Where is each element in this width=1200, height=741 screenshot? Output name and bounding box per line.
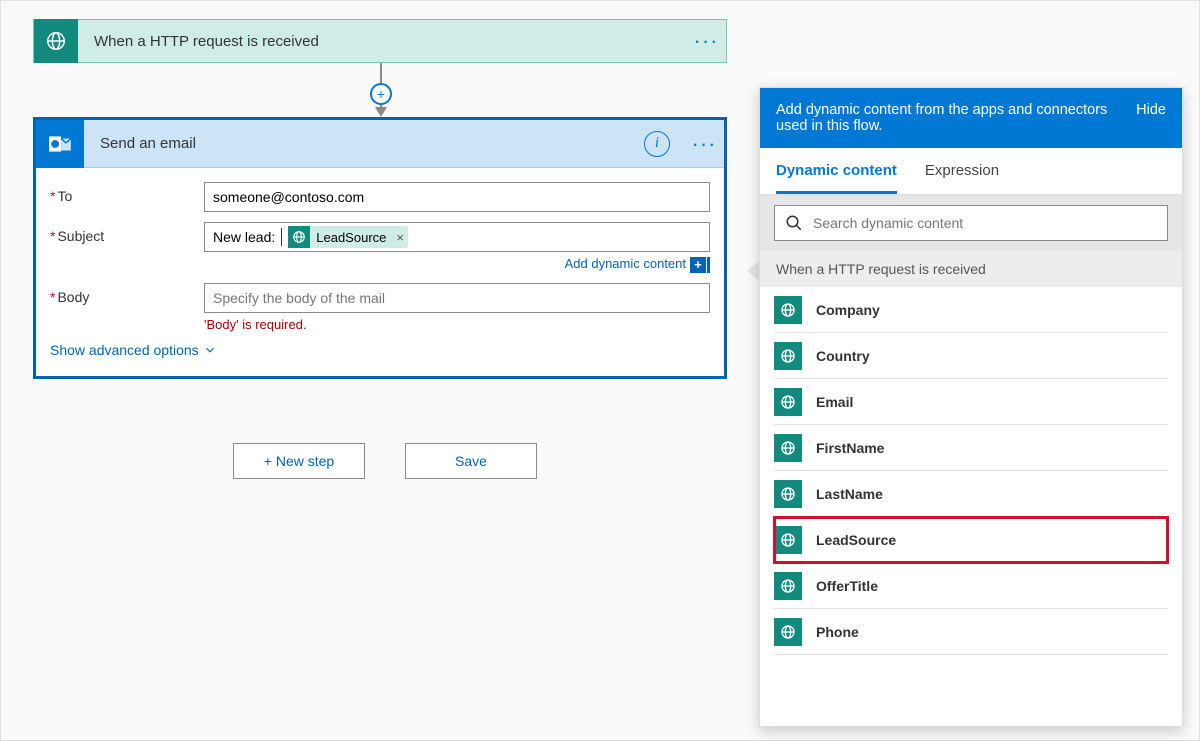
dc-item-offertitle[interactable]: OfferTitle bbox=[774, 563, 1168, 609]
dc-item-leadsource[interactable]: LeadSource bbox=[774, 517, 1168, 563]
subject-label: *Subject bbox=[50, 222, 204, 244]
action-card-send-email: Send an email i ··· *To someone@contoso.… bbox=[33, 117, 727, 379]
body-error: 'Body' is required. bbox=[204, 317, 710, 332]
dc-item-company[interactable]: Company bbox=[774, 287, 1168, 333]
dc-item-label: OfferTitle bbox=[816, 578, 878, 594]
dc-search-input[interactable] bbox=[774, 205, 1168, 241]
dc-list[interactable]: Company Country Email FirstName LastName Lead… bbox=[760, 287, 1182, 655]
search-icon bbox=[785, 214, 803, 232]
dc-item-label: Email bbox=[816, 394, 853, 410]
dc-banner: Add dynamic content from the apps and co… bbox=[760, 88, 1182, 148]
dc-item-phone[interactable]: Phone bbox=[774, 609, 1168, 655]
globe-icon bbox=[774, 434, 802, 462]
dc-item-label: LeadSource bbox=[816, 532, 896, 548]
new-step-button[interactable]: + New step bbox=[233, 443, 365, 479]
dc-item-label: LastName bbox=[816, 486, 883, 502]
subject-input[interactable]: New lead: LeadSource × bbox=[204, 222, 710, 252]
dc-item-label: FirstName bbox=[816, 440, 884, 456]
globe-icon bbox=[774, 342, 802, 370]
dc-item-label: Phone bbox=[816, 624, 859, 640]
action-title: Send an email bbox=[84, 135, 644, 152]
dc-item-lastname[interactable]: LastName bbox=[774, 471, 1168, 517]
dc-section-header: When a HTTP request is received bbox=[760, 251, 1182, 287]
trigger-more-icon[interactable]: ··· bbox=[686, 28, 726, 54]
remove-token-icon[interactable]: × bbox=[396, 230, 404, 245]
chevron-down-icon bbox=[203, 343, 217, 357]
show-advanced-options[interactable]: Show advanced options bbox=[50, 342, 710, 358]
globe-icon bbox=[774, 388, 802, 416]
to-input[interactable]: someone@contoso.com bbox=[204, 182, 710, 212]
trigger-card[interactable]: When a HTTP request is received ··· bbox=[33, 19, 727, 63]
outlook-icon bbox=[36, 120, 84, 168]
trigger-title: When a HTTP request is received bbox=[78, 33, 686, 50]
dc-item-label: Country bbox=[816, 348, 870, 364]
dc-item-email[interactable]: Email bbox=[774, 379, 1168, 425]
panel-pointer bbox=[747, 261, 759, 281]
info-icon[interactable]: i bbox=[644, 131, 670, 157]
add-dynamic-content-link[interactable]: Add dynamic content+ bbox=[204, 256, 710, 273]
globe-icon bbox=[288, 226, 310, 248]
hide-panel-link[interactable]: Hide bbox=[1136, 102, 1166, 134]
to-label: *To bbox=[50, 182, 204, 204]
subject-text: New lead: bbox=[213, 229, 275, 245]
globe-icon bbox=[774, 480, 802, 508]
dc-item-label: Company bbox=[816, 302, 880, 318]
dc-item-firstname[interactable]: FirstName bbox=[774, 425, 1168, 471]
subject-token-leadsource[interactable]: LeadSource × bbox=[288, 226, 408, 248]
tab-dynamic-content[interactable]: Dynamic content bbox=[776, 148, 897, 194]
save-button[interactable]: Save bbox=[405, 443, 537, 479]
globe-icon bbox=[774, 296, 802, 324]
action-more-icon[interactable]: ··· bbox=[684, 131, 724, 157]
globe-icon bbox=[774, 526, 802, 554]
tab-expression[interactable]: Expression bbox=[925, 148, 999, 194]
dynamic-content-panel: Add dynamic content from the apps and co… bbox=[759, 87, 1183, 727]
globe-icon bbox=[774, 572, 802, 600]
insert-step-button[interactable]: + bbox=[370, 83, 392, 105]
body-label: *Body bbox=[50, 283, 204, 305]
http-trigger-icon bbox=[34, 19, 78, 63]
globe-icon bbox=[774, 618, 802, 646]
action-header[interactable]: Send an email i ··· bbox=[36, 120, 724, 168]
dc-item-country[interactable]: Country bbox=[774, 333, 1168, 379]
body-input[interactable]: Specify the body of the mail bbox=[204, 283, 710, 313]
